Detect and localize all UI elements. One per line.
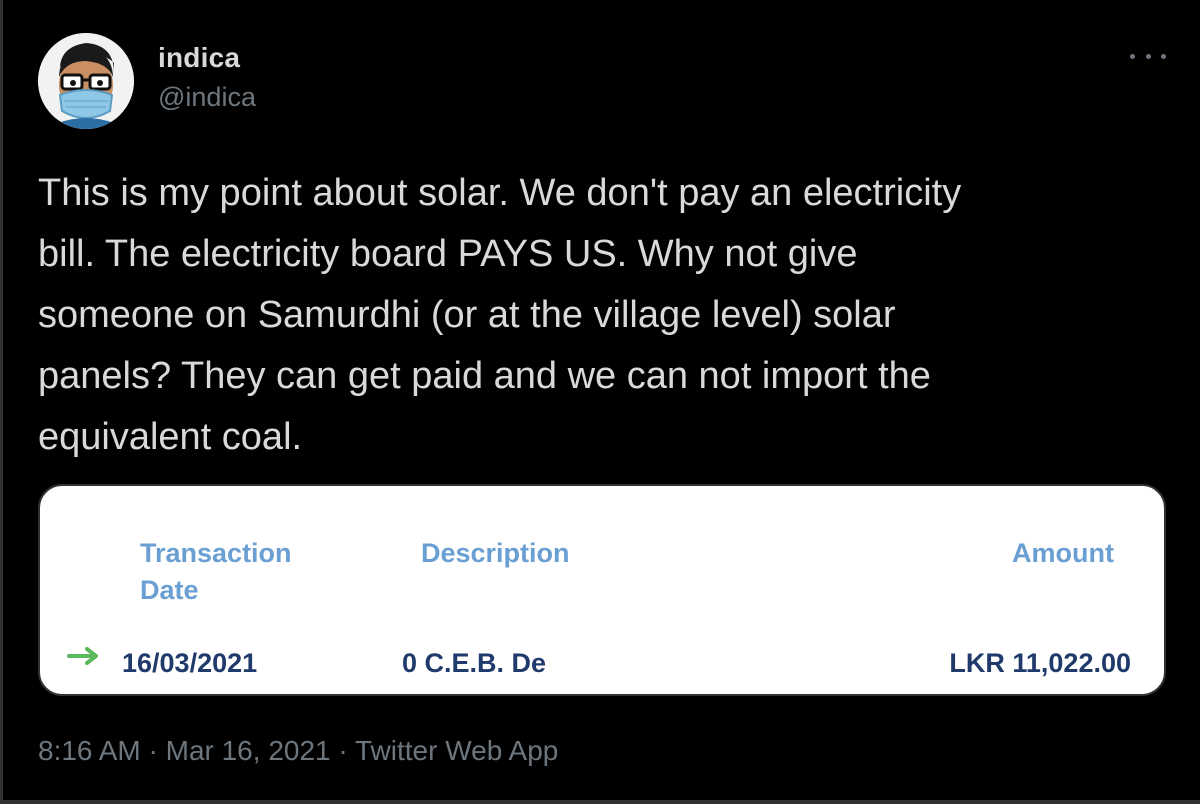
dot xyxy=(1161,53,1166,59)
tweet-text: This is my point about solar. We don't p… xyxy=(38,172,962,458)
display-name[interactable]: indica xyxy=(158,42,240,74)
transaction-amount: LKR 11,022.00 xyxy=(949,648,1131,678)
top-edge xyxy=(0,0,1200,8)
column-header-description: Description xyxy=(421,538,570,568)
arrow-right-icon xyxy=(67,647,98,665)
attached-image[interactable]: Transaction Date Description Amount 16/0… xyxy=(38,484,1166,696)
user-handle[interactable]: @indica xyxy=(158,82,256,113)
left-divider xyxy=(0,0,3,804)
dot xyxy=(1145,53,1151,59)
avatar[interactable] xyxy=(38,33,134,129)
tweet-timestamp[interactable]: 8:16 AM · Mar 16, 2021 · Twitter Web App xyxy=(38,735,558,767)
transaction-description: 0 C.E.B. De xyxy=(402,648,547,678)
dot xyxy=(1130,53,1135,59)
transaction-date: 16/03/2021 xyxy=(122,648,258,678)
bottom-divider xyxy=(0,800,1200,804)
avatar-illustration-icon xyxy=(38,33,134,129)
column-header-amount: Amount xyxy=(1012,538,1114,568)
column-header-transaction-date: Transaction Date xyxy=(140,538,292,605)
more-options-icon[interactable] xyxy=(1130,44,1166,68)
